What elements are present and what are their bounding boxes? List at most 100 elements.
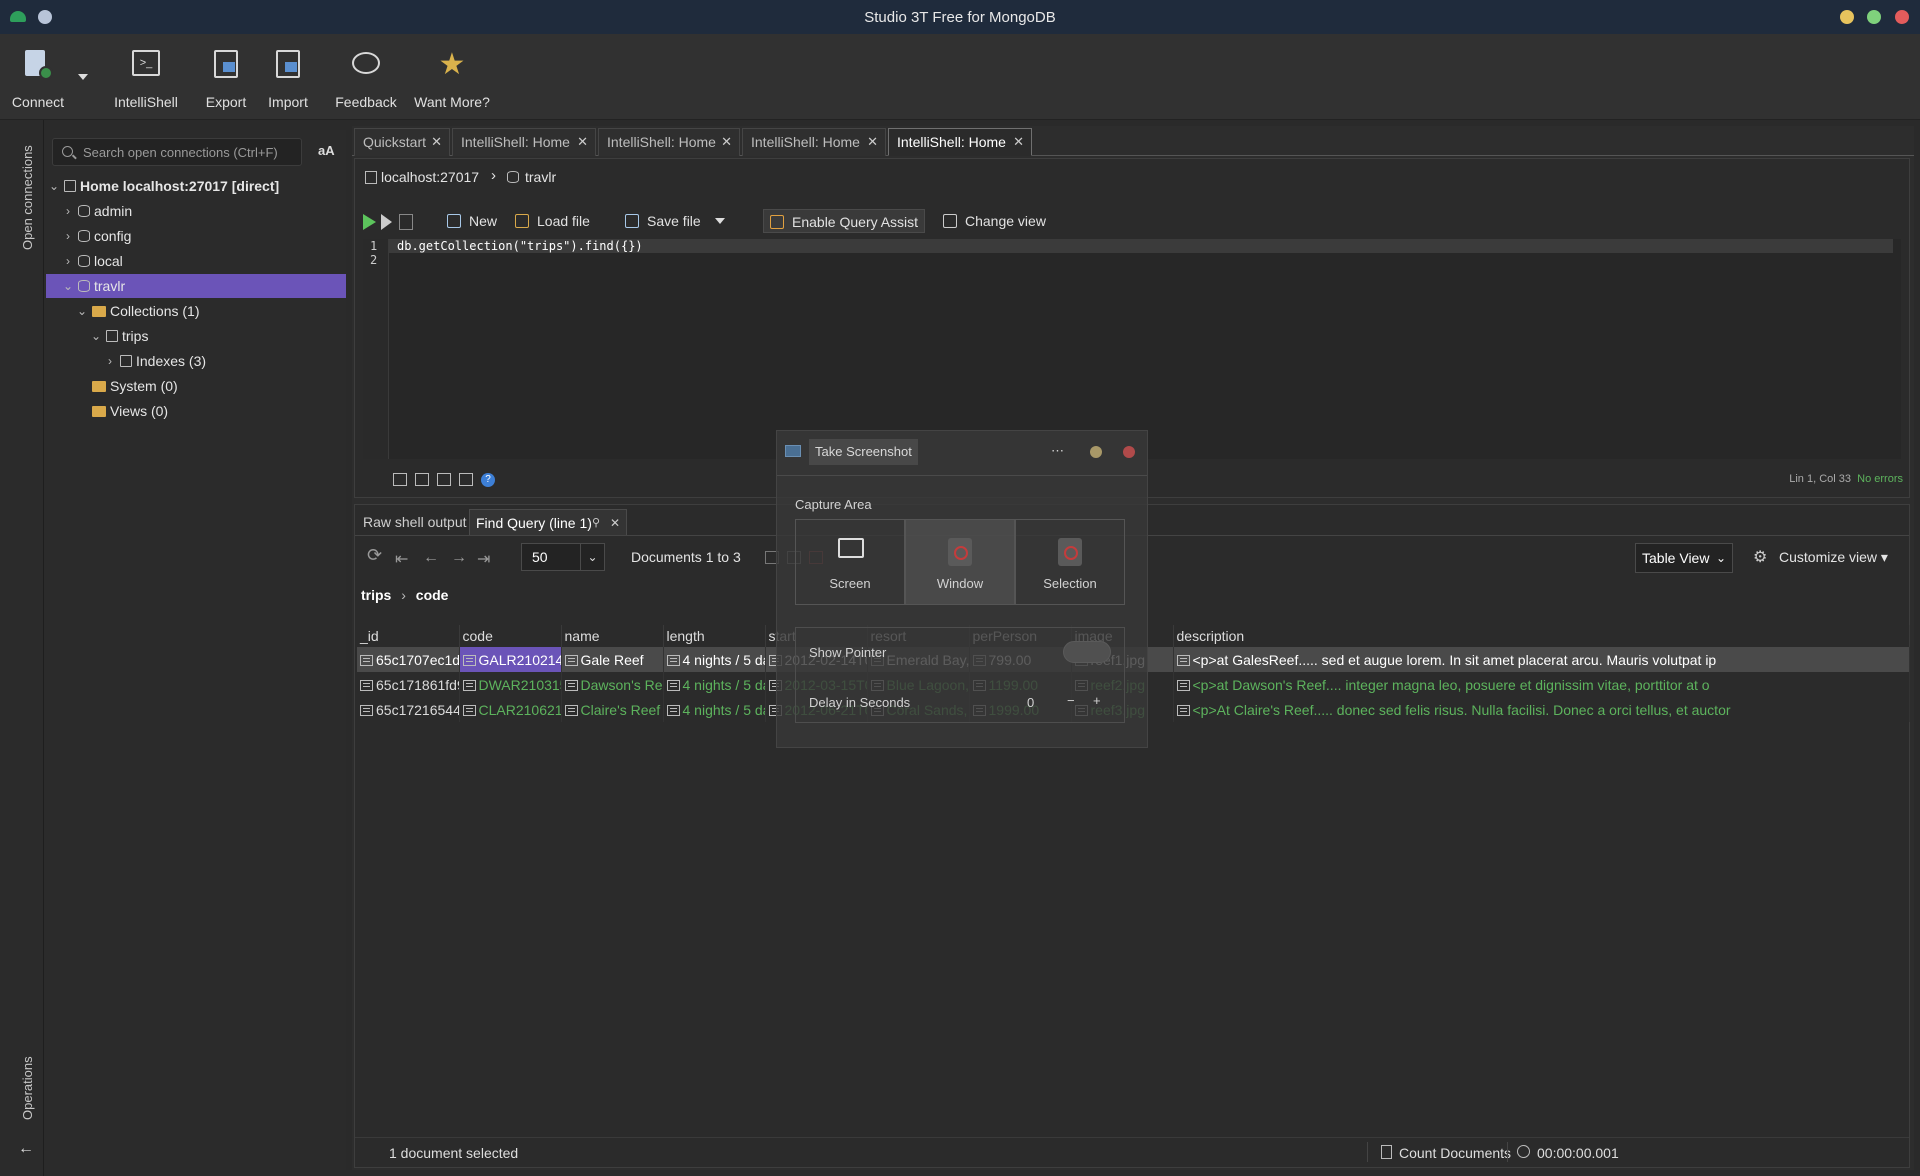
column-header[interactable]: length bbox=[663, 625, 766, 647]
tree-item-indexes[interactable]: › Indexes (3) bbox=[46, 349, 346, 373]
connect-dropdown-icon[interactable] bbox=[78, 74, 88, 80]
delay-decrease-button[interactable]: − bbox=[1067, 693, 1075, 708]
table-cell[interactable]: 65c17216544c2 bbox=[357, 697, 460, 722]
tree-item-views[interactable]: Views (0) bbox=[46, 399, 346, 423]
tree-item-local[interactable]: › local bbox=[46, 249, 346, 273]
tree-label: Home localhost:27017 [direct] bbox=[80, 178, 280, 194]
operations-tab[interactable]: Operations bbox=[20, 1056, 35, 1120]
change-view-button[interactable]: Change view bbox=[943, 209, 1046, 233]
tree-item-trips[interactable]: ⌄ trips bbox=[46, 324, 346, 348]
breadcrumb-field[interactable]: code bbox=[416, 587, 449, 603]
tree-item-home-connection[interactable]: ⌄ Home localhost:27017 [direct] bbox=[46, 174, 346, 198]
want-more-button[interactable]: ★ Want More? bbox=[410, 34, 494, 120]
tab-intellishell-1[interactable]: IntelliShell: Home ✕ bbox=[452, 128, 596, 156]
search-connections-input[interactable]: Search open connections (Ctrl+F) bbox=[52, 138, 302, 166]
intellishell-button[interactable]: >_ IntelliShell bbox=[108, 34, 184, 120]
table-cell[interactable]: 65c171861fd98 bbox=[357, 672, 460, 697]
column-header[interactable]: description bbox=[1173, 625, 1910, 647]
table-cell[interactable]: Dawson's Reef bbox=[561, 672, 664, 697]
table-cell[interactable]: <p>at Dawson's Reef.... integer magna le… bbox=[1173, 672, 1910, 697]
last-page-icon[interactable]: ⇥ bbox=[477, 549, 490, 569]
run-icon[interactable] bbox=[363, 214, 376, 230]
tab-intellishell-4[interactable]: IntelliShell: Home ✕ bbox=[888, 128, 1032, 156]
close-icon[interactable]: ✕ bbox=[867, 129, 878, 155]
previous-page-icon[interactable]: ← bbox=[423, 549, 439, 567]
tree-item-system[interactable]: System (0) bbox=[46, 374, 346, 398]
table-cell[interactable]: 4 nights / 5 days bbox=[663, 672, 766, 697]
column-header[interactable]: name bbox=[561, 625, 664, 647]
table-cell[interactable]: DWAR210315 bbox=[459, 672, 562, 697]
save-dropdown-icon[interactable] bbox=[714, 218, 725, 224]
tab-raw-shell-output[interactable]: Raw shell output bbox=[357, 509, 473, 535]
tab-intellishell-3[interactable]: IntelliShell: Home ✕ bbox=[742, 128, 886, 156]
feedback-button[interactable]: Feedback bbox=[332, 34, 400, 120]
close-icon[interactable]: ✕ bbox=[577, 129, 588, 155]
close-icon[interactable]: ✕ bbox=[721, 129, 732, 155]
open-connections-tab[interactable]: Open connections bbox=[20, 145, 35, 250]
minimize-button[interactable] bbox=[1840, 10, 1854, 24]
pin-icon[interactable]: ⚲ bbox=[592, 510, 600, 536]
maximize-button[interactable] bbox=[1867, 10, 1881, 24]
table-cell[interactable]: 4 nights / 5 days bbox=[663, 697, 766, 722]
delay-value[interactable]: 0 bbox=[1027, 695, 1034, 710]
column-header[interactable]: code bbox=[459, 625, 562, 647]
save-file-button[interactable]: Save file bbox=[625, 209, 725, 233]
export-button[interactable]: Export bbox=[198, 34, 254, 120]
capture-selection-option[interactable]: Selection bbox=[1015, 519, 1125, 605]
close-icon[interactable]: ✕ bbox=[1013, 129, 1024, 155]
table-cell[interactable]: GALR210214 bbox=[459, 647, 562, 672]
collapse-arrow-icon[interactable]: ← bbox=[18, 1140, 34, 1158]
table-cell[interactable]: <p>At Claire's Reef..... donec sed felis… bbox=[1173, 697, 1910, 722]
case-sensitive-toggle[interactable]: aA bbox=[318, 143, 335, 158]
close-icon[interactable]: ✕ bbox=[431, 129, 442, 155]
outline-icon[interactable] bbox=[437, 473, 451, 486]
run-line-icon[interactable] bbox=[381, 214, 392, 230]
capture-window-option[interactable]: Window bbox=[905, 519, 1015, 605]
tab-intellishell-2[interactable]: IntelliShell: Home ✕ bbox=[598, 128, 740, 156]
column-header[interactable]: _id bbox=[357, 625, 460, 647]
first-page-icon[interactable]: ⇤ bbox=[395, 549, 408, 569]
capture-screen-option[interactable]: Screen bbox=[795, 519, 905, 605]
dialog-close-button[interactable] bbox=[1123, 446, 1135, 458]
close-icon[interactable]: ✕ bbox=[610, 510, 620, 536]
enable-query-assist-button[interactable]: Enable Query Assist bbox=[763, 209, 926, 233]
help-icon[interactable]: ? bbox=[481, 473, 495, 487]
table-cell[interactable]: Claire's Reef bbox=[561, 697, 664, 722]
delay-increase-button[interactable]: + bbox=[1093, 693, 1101, 708]
load-file-button[interactable]: Load file bbox=[515, 209, 590, 233]
breadcrumb-db[interactable]: travlr bbox=[525, 169, 556, 185]
snippets-icon[interactable] bbox=[459, 473, 473, 486]
customize-view-button[interactable]: Customize view ▾ bbox=[1779, 549, 1888, 566]
view-mode-select[interactable]: Table View ⌄ bbox=[1635, 543, 1733, 573]
breadcrumb-host[interactable]: localhost:27017 bbox=[381, 169, 479, 185]
show-pointer-toggle[interactable] bbox=[1063, 641, 1111, 663]
tab-find-query[interactable]: Find Query (line 1) ⚲ ✕ bbox=[469, 509, 627, 535]
code-line[interactable]: db.getCollection("trips").find({}) bbox=[389, 239, 1893, 253]
format-icon[interactable] bbox=[393, 473, 407, 486]
tree-item-config[interactable]: › config bbox=[46, 224, 346, 248]
count-documents-button[interactable]: Count Documents bbox=[1399, 1145, 1511, 1161]
page-size-select[interactable]: 50 ⌄ bbox=[521, 543, 605, 571]
tree-item-collections[interactable]: ⌄ Collections (1) bbox=[46, 299, 346, 323]
tree-item-travlr[interactable]: ⌄ travlr bbox=[46, 274, 346, 298]
tab-quickstart[interactable]: Quickstart ✕ bbox=[354, 128, 450, 156]
more-options-icon[interactable]: ⋯ bbox=[1051, 443, 1064, 459]
run-selection-icon[interactable] bbox=[399, 214, 413, 230]
table-cell[interactable]: 4 nights / 5 days bbox=[663, 647, 766, 672]
new-button[interactable]: New bbox=[447, 209, 497, 233]
next-page-icon[interactable]: → bbox=[451, 549, 467, 567]
table-cell[interactable]: Gale Reef bbox=[561, 647, 664, 672]
dialog-minimize-button[interactable] bbox=[1090, 446, 1102, 458]
gear-icon[interactable]: ⚙ bbox=[1753, 547, 1767, 567]
table-cell[interactable]: CLAR210621 bbox=[459, 697, 562, 722]
refresh-icon[interactable]: ⟳ bbox=[367, 545, 382, 566]
close-window-button[interactable] bbox=[1895, 10, 1909, 24]
table-cell[interactable]: 65c1707ec1dbe bbox=[357, 647, 460, 672]
connect-button[interactable]: Connect bbox=[6, 34, 70, 120]
code-editor[interactable]: 1 2 db.getCollection("trips").find({}) bbox=[363, 239, 1901, 459]
breadcrumb-collection[interactable]: trips bbox=[361, 587, 391, 603]
table-cell[interactable]: <p>at GalesReef..... sed et augue lorem.… bbox=[1173, 647, 1910, 672]
tree-item-admin[interactable]: › admin bbox=[46, 199, 346, 223]
import-button[interactable]: Import bbox=[260, 34, 316, 120]
comment-icon[interactable] bbox=[415, 473, 429, 486]
